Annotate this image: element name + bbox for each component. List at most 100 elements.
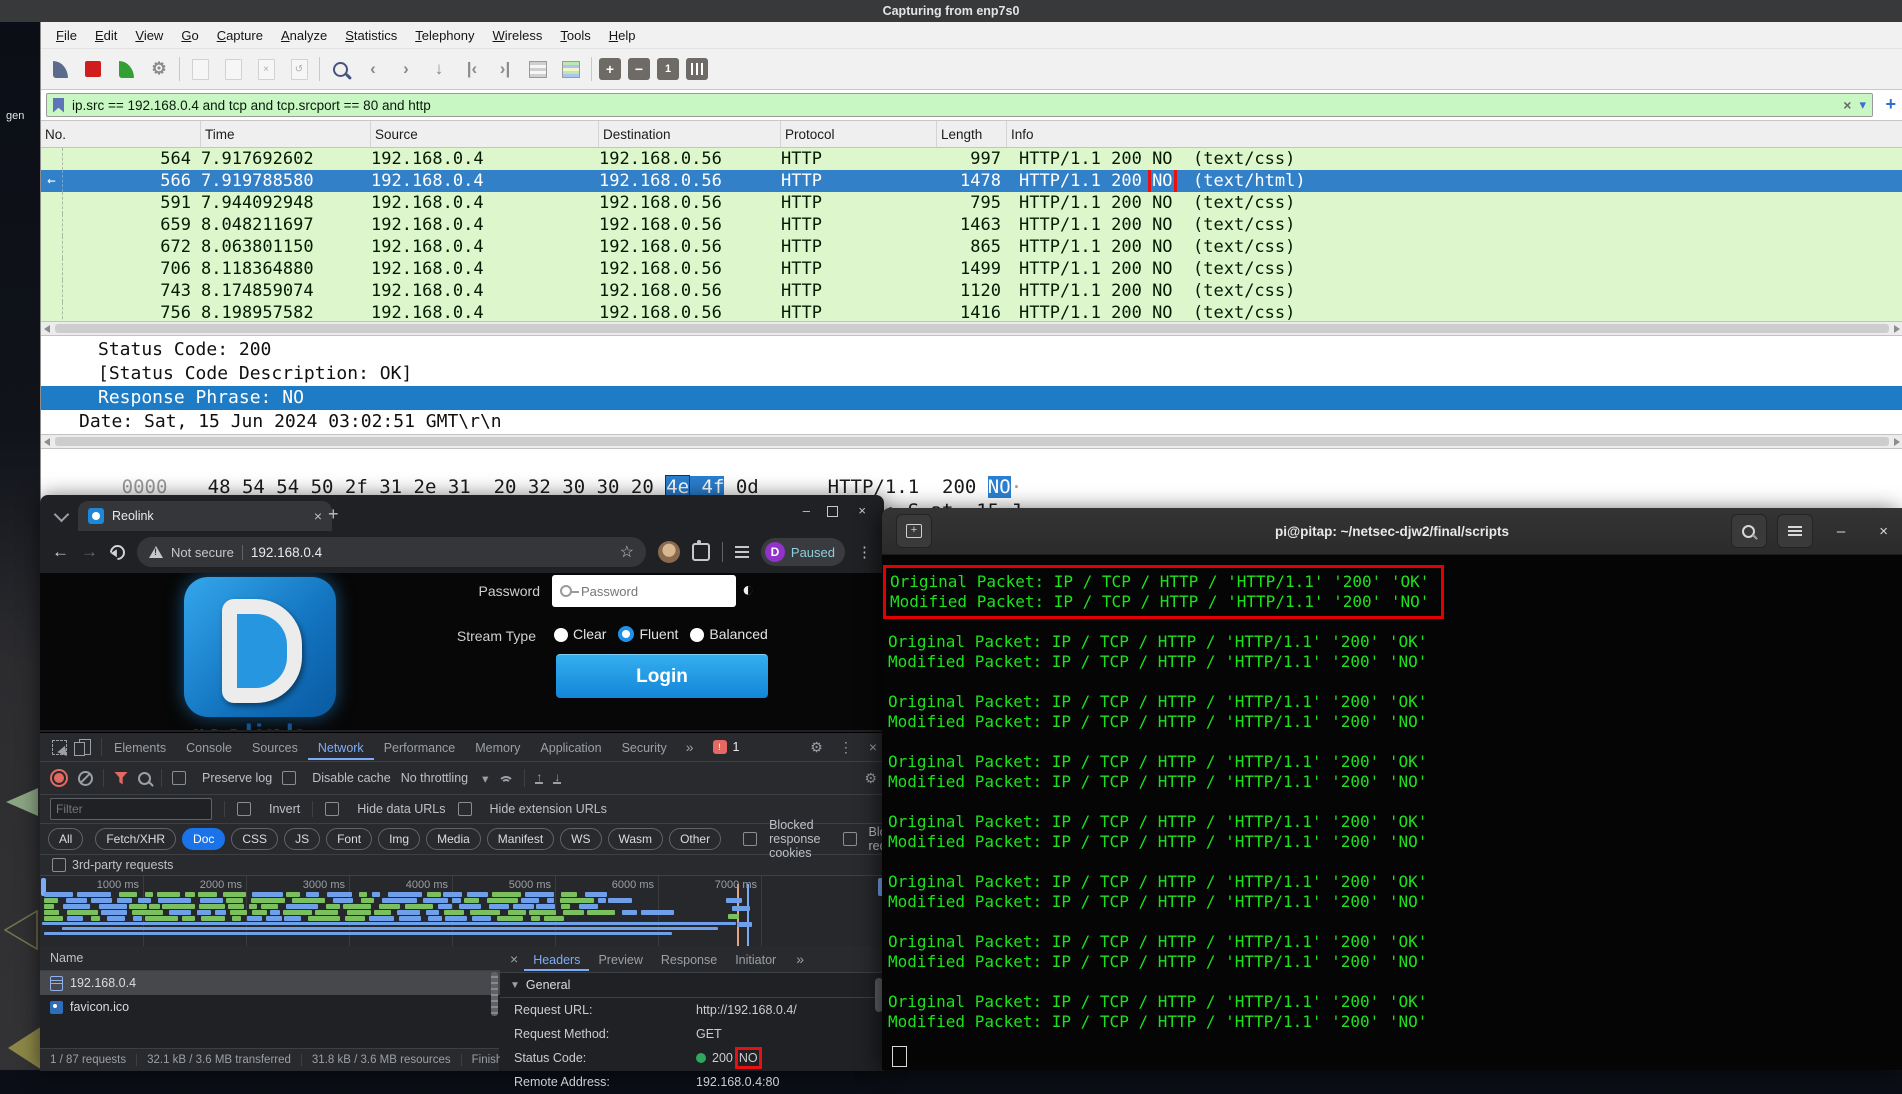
scroll-left-icon[interactable]: [44, 325, 50, 333]
export-har-icon[interactable]: ↓: [553, 772, 561, 784]
blocked-cookies-checkbox[interactable]: [743, 832, 757, 846]
detail-tab-headers[interactable]: Headers: [524, 948, 589, 971]
request-filter-manifest[interactable]: Manifest: [487, 828, 554, 850]
requests-header[interactable]: Name: [40, 946, 500, 971]
packet-row[interactable]: 5917.944092948192.168.0.4192.168.0.56HTT…: [41, 192, 1902, 214]
third-party-checkbox[interactable]: [52, 858, 66, 872]
detail-tab-response[interactable]: Response: [652, 948, 726, 971]
column-info[interactable]: Info: [1007, 121, 1902, 147]
reload-icon[interactable]: [107, 541, 128, 562]
detail-line[interactable]: [Status Code Description: OK]: [41, 362, 1902, 386]
scrollbar-thumb[interactable]: [55, 437, 1889, 446]
browser-tab-reolink[interactable]: Reolink ×: [78, 501, 332, 531]
extensions-icon[interactable]: [692, 543, 710, 561]
devtools-tab-memory[interactable]: Memory: [465, 735, 530, 760]
column-protocol[interactable]: Protocol: [781, 121, 937, 147]
requests-scrollbar[interactable]: [491, 972, 498, 1016]
address-bar[interactable]: Not secure 192.168.0.4 ☆: [137, 537, 646, 567]
request-filter-other[interactable]: Other: [669, 828, 721, 850]
menu-edit[interactable]: Edit: [86, 28, 126, 43]
restart-capture-icon[interactable]: [113, 56, 139, 82]
request-filter-media[interactable]: Media: [426, 828, 481, 850]
minimize-icon[interactable]: –: [803, 503, 810, 518]
issues-icon[interactable]: !: [713, 740, 727, 754]
general-section-header[interactable]: ▼ General: [500, 973, 884, 998]
devtools-tab-console[interactable]: Console: [176, 735, 242, 760]
request-filter-fetchxhr[interactable]: Fetch/XHR: [95, 828, 176, 850]
open-file-icon[interactable]: [187, 56, 213, 82]
hide-extension-urls-checkbox[interactable]: [458, 802, 472, 816]
reload-file-icon[interactable]: ↺: [286, 56, 312, 82]
stream-option-balanced[interactable]: Balanced: [690, 626, 767, 642]
hide-data-urls-checkbox[interactable]: [325, 802, 339, 816]
devtools-tab-sources[interactable]: Sources: [242, 735, 308, 760]
show-password-icon[interactable]: ◐: [742, 579, 754, 602]
more-detail-tabs-icon[interactable]: »: [796, 951, 804, 967]
name-column-header[interactable]: Name: [50, 951, 83, 965]
stop-capture-icon[interactable]: [80, 56, 106, 82]
devtools-tab-application[interactable]: Application: [530, 735, 611, 760]
request-filter-js[interactable]: JS: [284, 828, 320, 850]
filter-clear-icon[interactable]: ×: [1843, 97, 1851, 113]
packet-list-hscrollbar[interactable]: [41, 321, 1902, 336]
detail-tab-initiator[interactable]: Initiator: [726, 948, 785, 971]
chrome-menu-icon[interactable]: ⋮: [857, 543, 872, 561]
go-back-icon[interactable]: ‹: [360, 56, 386, 82]
forward-icon[interactable]: →: [81, 542, 98, 562]
throttling-dropdown-icon[interactable]: ▾: [482, 771, 488, 786]
preserve-log-checkbox[interactable]: [172, 771, 186, 785]
maximize-icon[interactable]: [827, 505, 838, 520]
display-filter-input[interactable]: ip.src == 192.168.0.4 and tcp and tcp.sr…: [46, 93, 1873, 117]
password-field[interactable]: [552, 575, 736, 607]
menu-analyze[interactable]: Analyze: [272, 28, 336, 43]
packet-row[interactable]: 7438.174859074192.168.0.4192.168.0.56HTT…: [41, 280, 1902, 302]
zoom-in-icon[interactable]: +: [599, 58, 621, 80]
auto-scroll-icon[interactable]: [525, 56, 551, 82]
devtools-close-icon[interactable]: ×: [869, 739, 877, 755]
disable-cache-checkbox[interactable]: [282, 771, 296, 785]
detail-line[interactable]: Date: Sat, 15 Jun 2024 03:02:51 GMT\r\n: [41, 410, 1902, 434]
filter-bookmark-icon[interactable]: [53, 98, 64, 113]
scrollbar-thumb[interactable]: [55, 324, 1889, 333]
device-toolbar-icon[interactable]: [79, 739, 91, 755]
menu-file[interactable]: File: [47, 28, 86, 43]
radio-selected-icon[interactable]: [618, 626, 634, 642]
back-icon[interactable]: ←: [52, 542, 69, 562]
menu-statistics[interactable]: Statistics: [336, 28, 406, 43]
invert-checkbox[interactable]: [237, 802, 251, 816]
detail-line[interactable]: Status Code: 200: [41, 338, 1902, 362]
resize-columns-icon[interactable]: [686, 58, 708, 80]
password-input[interactable]: [579, 583, 693, 600]
find-packet-icon[interactable]: [327, 56, 353, 82]
new-tab-icon[interactable]: +: [328, 505, 339, 523]
packet-row[interactable]: 5647.917692602192.168.0.4192.168.0.56HTT…: [41, 148, 1902, 170]
filter-icon[interactable]: [114, 772, 128, 785]
wireshark-titlebar[interactable]: Capturing from enp7s0: [0, 0, 1902, 22]
request-filter-css[interactable]: CSS: [231, 828, 278, 850]
column-source[interactable]: Source: [371, 121, 599, 147]
request-row[interactable]: favicon.ico: [40, 995, 500, 1019]
devtools-menu-icon[interactable]: ⋮: [839, 739, 853, 756]
request-filter-all[interactable]: All: [48, 828, 83, 850]
search-icon[interactable]: [138, 772, 151, 785]
request-filter-font[interactable]: Font: [326, 828, 372, 850]
tab-close-icon[interactable]: ×: [314, 508, 322, 524]
terminal-titlebar[interactable]: + pi@pitap: ~/netsec-djw2/final/scripts …: [882, 508, 1902, 555]
close-file-icon[interactable]: ×: [253, 56, 279, 82]
network-settings-icon[interactable]: ⚙: [864, 770, 877, 787]
close-icon[interactable]: ×: [858, 503, 866, 518]
network-conditions-icon[interactable]: [498, 774, 514, 783]
collapse-triangle-icon[interactable]: ▼: [510, 980, 520, 991]
request-row[interactable]: 192.168.0.4: [40, 971, 500, 995]
not-secure-warning-icon[interactable]: [149, 546, 163, 558]
clear-network-log-icon[interactable]: [78, 771, 93, 786]
detail-tab-preview[interactable]: Preview: [589, 948, 651, 971]
site-avatar-icon[interactable]: [658, 541, 680, 563]
first-packet-icon[interactable]: |‹: [459, 56, 485, 82]
network-overview-timeline[interactable]: 1000 ms2000 ms3000 ms4000 ms5000 ms6000 …: [40, 876, 884, 947]
column-time[interactable]: Time: [201, 121, 371, 147]
column-length[interactable]: Length: [937, 121, 1007, 147]
stream-option-fluent[interactable]: Fluent: [618, 626, 678, 642]
devtools-tab-performance[interactable]: Performance: [374, 735, 466, 760]
request-filter-doc[interactable]: Doc: [182, 828, 225, 850]
